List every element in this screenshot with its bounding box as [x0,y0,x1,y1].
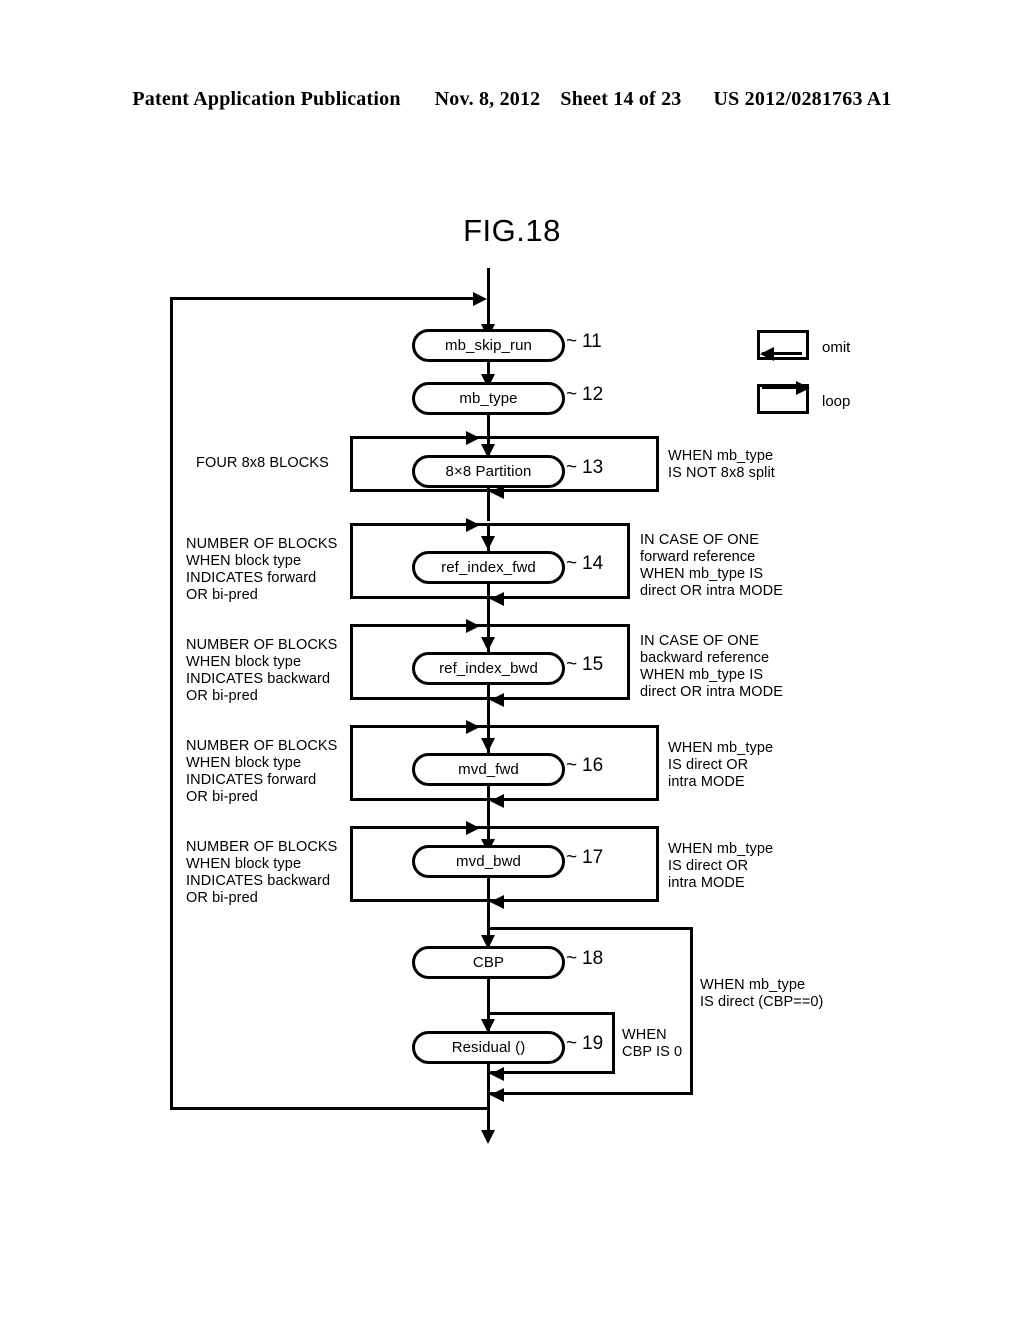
ref-leader-18: ~ [566,948,578,969]
ref-numeral-14: 14 [582,553,604,574]
node-ref-index-bwd-label: ref_index_bwd [439,660,538,677]
ref-leader-17: ~ [566,847,578,868]
loop-arrowhead-17-icon [466,820,480,835]
spine-12-to-13 [487,415,490,437]
node-ref-index-bwd[interactable]: ref_index_bwd [412,652,565,685]
ref-leader-13: ~ [566,457,578,478]
loop-arrowhead-15-icon [466,618,480,633]
ref-numeral-18: 18 [582,948,604,969]
ref-numeral-11: 11 [582,331,602,352]
ref-leader-11: ~ [566,331,578,352]
spine-15-to-16 [487,697,490,725]
loop-note-15: NUMBER OF BLOCKS WHEN block type INDICAT… [186,637,338,704]
spine-top [487,268,490,328]
node-ref-index-fwd[interactable]: ref_index_fwd [412,551,565,584]
ref-numeral-12: 12 [582,384,604,405]
omit-note-17: WHEN mb_type IS direct OR intra MODE [668,841,774,891]
patent-header: Patent Application Publication Nov. 8, 20… [0,88,1024,111]
node-cbp-label: CBP [472,954,505,971]
legend-loop-label: loop [822,393,851,410]
figure-title: FIG.18 [463,213,561,248]
omit-arrowhead-18-icon [490,1087,504,1102]
legend-loop-arrowhead-icon [796,380,810,395]
node-8x8-partition[interactable]: 8×8 Partition [412,455,565,488]
outer-loop-left-edge [170,297,173,1110]
omit-arrowhead-16-icon [490,793,504,808]
node-mvd-fwd[interactable]: mvd_fwd [412,753,565,786]
loop-note-14: NUMBER OF BLOCKS WHEN block type INDICAT… [186,536,338,603]
header-patent-number: US 2012/0281763 A1 [713,88,892,110]
omit-note-18: WHEN mb_type IS direct (CBP==0) [700,977,824,1010]
spine-14-to-15 [487,596,490,624]
loop-note-16: NUMBER OF BLOCKS WHEN block type INDICAT… [186,738,338,805]
loop-note-17: NUMBER OF BLOCKS WHEN block type INDICAT… [186,839,338,906]
patent-figure-page: Patent Application Publication Nov. 8, 20… [0,0,1024,1320]
spine-16-to-17 [487,798,490,826]
ref-leader-15: ~ [566,654,578,675]
legend-omit-label: omit [822,339,851,356]
legend-omit-arrowhead-icon [760,346,774,361]
omit-note-19: WHEN CBP IS 0 [622,1027,683,1060]
omit-note-13: WHEN mb_type IS NOT 8x8 split [668,448,775,481]
node-residual[interactable]: Residual () [412,1031,565,1064]
ref-numeral-15: 15 [582,654,604,675]
outer-loop-bottom-edge [170,1107,490,1110]
spine-exit-arrowhead-icon [481,1130,495,1144]
spine-18-to-19 [487,979,490,1015]
omit-note-14: IN CASE OF ONE forward reference WHEN mb… [640,532,783,599]
node-mvd-bwd-label: mvd_bwd [456,853,521,870]
ref-numeral-16: 16 [582,755,604,776]
node-mb-type-label: mb_type [459,390,518,407]
omit-note-16: WHEN mb_type IS direct OR intra MODE [668,740,774,790]
ref-numeral-19: 19 [582,1033,604,1054]
header-sheet: Sheet 14 of 23 [560,88,682,110]
outer-loop-arrowhead-icon [473,291,487,306]
loop-arrowhead-16-icon [466,719,480,734]
spine-17-to-18 [487,899,490,927]
spine-arrow-to-mvd-fwd-icon [481,738,495,752]
node-mvd-fwd-label: mvd_fwd [458,761,519,778]
loop-arrowhead-14-icon [466,517,480,532]
spine-arrow-to-ref-index-bwd-icon [481,637,495,651]
node-mb-type[interactable]: mb_type [412,382,565,415]
node-mb-skip-run-label: mb_skip_run [445,337,532,354]
ref-leader-14: ~ [566,553,578,574]
spine-13-to-14 [487,489,490,521]
ref-leader-12: ~ [566,384,578,405]
spine-arrow-to-ref-index-fwd-icon [481,536,495,550]
omit-note-15: IN CASE OF ONE backward reference WHEN m… [640,633,783,700]
loop-arrowhead-13-icon [466,430,480,445]
ref-numeral-17: 17 [582,847,604,868]
omit-arrowhead-15-icon [490,692,504,707]
omit-arrowhead-17-icon [490,894,504,909]
ref-leader-19: ~ [566,1033,578,1054]
loop-note-13: FOUR 8x8 BLOCKS [196,455,329,471]
header-publication: Patent Application Publication [132,88,401,110]
node-ref-index-fwd-label: ref_index_fwd [441,559,536,576]
node-residual-label: Residual () [451,1039,526,1056]
omit-arrowhead-19-icon [490,1066,504,1081]
omit-arrowhead-14-icon [490,591,504,606]
outer-loop-top-edge [170,297,475,300]
ref-leader-16: ~ [566,755,578,776]
node-8x8-partition-label: 8×8 Partition [445,463,532,480]
header-date: Nov. 8, 2012 [434,88,541,110]
ref-numeral-13: 13 [582,457,604,478]
node-mvd-bwd[interactable]: mvd_bwd [412,845,565,878]
node-cbp[interactable]: CBP [412,946,565,979]
node-mb-skip-run[interactable]: mb_skip_run [412,329,565,362]
spine-exit [487,1064,490,1136]
